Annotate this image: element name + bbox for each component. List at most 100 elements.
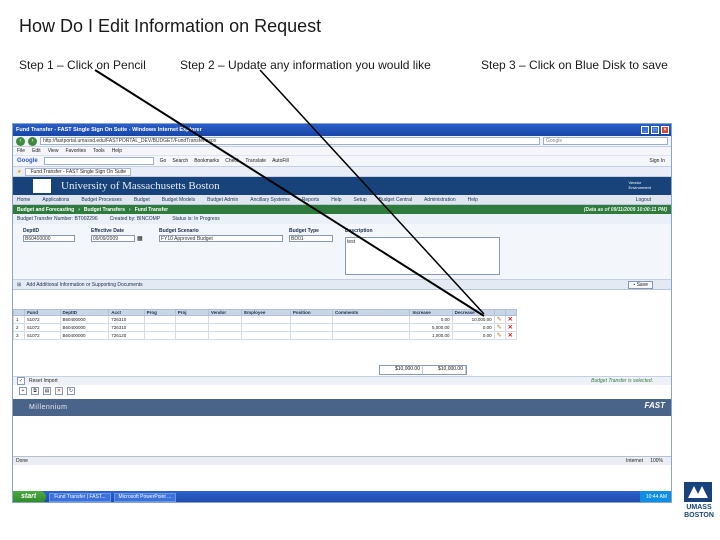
description-textarea[interactable]: test	[345, 237, 500, 275]
forward-icon[interactable]: ›	[28, 136, 37, 146]
start-button[interactable]: start	[13, 491, 47, 502]
delete-icon[interactable]: ✕	[508, 317, 513, 323]
app-menu-item[interactable]: Administration	[424, 197, 456, 203]
app-menu-item[interactable]: Ancillary Systems	[250, 197, 289, 203]
breadcrumb-item: Fund Transfer	[134, 206, 169, 213]
logout-link[interactable]: Logout	[636, 197, 651, 203]
print-icon[interactable]: ▤	[43, 387, 51, 395]
new-icon[interactable]: +	[19, 387, 27, 395]
app-menu-item[interactable]: Reports	[302, 197, 320, 203]
close-icon[interactable]: ×	[661, 126, 669, 134]
google-search[interactable]: Search	[172, 158, 188, 164]
google-check[interactable]: Check	[225, 158, 239, 164]
icon-button-row: + ⧉ ▤ ✕ ↻	[13, 386, 671, 396]
save-button[interactable]: ▪ Save	[628, 281, 653, 289]
copy-icon[interactable]: ⧉	[31, 387, 39, 395]
deptid-input[interactable]: B60400000	[23, 235, 75, 242]
app-menu-item[interactable]: Help	[331, 197, 341, 203]
calendar-icon[interactable]: ▦	[137, 235, 143, 242]
reset-import-link[interactable]: Reset Import	[29, 378, 58, 384]
google-bookmarks[interactable]: Bookmarks	[194, 158, 219, 164]
menu-view[interactable]: View	[48, 148, 59, 154]
google-search-field[interactable]	[43, 157, 154, 165]
delete-icon[interactable]: ✕	[508, 325, 513, 331]
delete-icon[interactable]: ✕	[508, 333, 513, 339]
app-menu-item[interactable]: Budget Models	[162, 197, 195, 203]
attachments-link[interactable]: Add Additional Information or Supporting…	[26, 282, 142, 288]
table-row: 1 51072 B60400000 726310 0.00 10,000.00 …	[13, 315, 518, 324]
app-menu-item[interactable]: Budget Admin	[207, 197, 238, 203]
status-done: Done	[16, 458, 28, 464]
browser-tabbar: ★ Fund Transfer - FAST Single Sign On Su…	[13, 167, 671, 177]
favorites-star-icon[interactable]: ★	[17, 169, 21, 175]
blue-disk-icon: ▪	[633, 282, 636, 288]
google-go[interactable]: Go	[160, 158, 167, 164]
google-translate[interactable]: Translate	[245, 158, 266, 164]
app-menu: Home Applications Budget Processes Budge…	[13, 195, 671, 205]
app-menu-item[interactable]: Budget	[134, 197, 150, 203]
step-2-text: Step 2 – Update any information you woul…	[180, 58, 431, 72]
menu-favorites[interactable]: Favorites	[65, 148, 86, 154]
transfer-lines-table: Fund DeptID Acct Prog Proj Vendor Employ…	[13, 309, 518, 340]
menu-tools[interactable]: Tools	[93, 148, 105, 154]
url-input[interactable]: http://fastportal.umassd.edu/FASTPORTAL_…	[40, 137, 540, 145]
step-1-text: Step 1 – Click on Pencil	[19, 58, 146, 72]
table-row: 2 51072 B60400000 726310 5,000.00 0.00 ✎…	[13, 323, 518, 332]
fast-logo: FAST	[644, 401, 665, 410]
app-menu-item[interactable]: Applications	[42, 197, 69, 203]
maximize-icon[interactable]: □	[651, 126, 659, 134]
expand-icon[interactable]: ⊞	[17, 282, 21, 288]
taskbar-item-browser[interactable]: Fund Transfer | FAST...	[49, 492, 111, 502]
status-text: Status is: In Progress	[172, 216, 220, 222]
refresh-icon[interactable]: ↻	[67, 387, 75, 395]
app-menu-item[interactable]: Budget Processes	[81, 197, 122, 203]
browser-tab[interactable]: Fund Transfer - FAST Single Sign On Suit…	[25, 167, 131, 176]
brand-line-1: UMASS	[686, 504, 712, 511]
app-menu-item[interactable]: Home	[17, 197, 30, 203]
menu-file[interactable]: File	[17, 148, 25, 154]
app-banner: University of Massachusetts Boston Vendo…	[13, 177, 671, 195]
budget-type-label: Budget Type	[289, 228, 319, 234]
slide-title: How Do I Edit Information on Request	[19, 16, 322, 36]
budget-type-select[interactable]: BD01	[289, 235, 333, 242]
pencil-edit-icon[interactable]: ✎	[497, 317, 502, 323]
effective-date-input[interactable]: 09/09/2009	[91, 235, 135, 242]
google-autofill[interactable]: AutoFill	[272, 158, 289, 164]
minimize-icon[interactable]: _	[641, 126, 649, 134]
window-titlebar: Fund Transfer - FAST Single Sign On Suit…	[13, 124, 671, 136]
app-menu-item[interactable]: Setup	[354, 197, 367, 203]
app-footer: Millennium FAST	[13, 399, 671, 416]
screenshot-window: Fund Transfer - FAST Single Sign On Suit…	[12, 123, 672, 503]
zoom-level[interactable]: 100%	[650, 458, 663, 464]
back-icon[interactable]: ‹	[16, 136, 25, 146]
browser-menubar: File Edit View Favorites Tools Help	[13, 147, 671, 156]
pencil-edit-icon[interactable]: ✎	[497, 333, 502, 339]
google-sign-in[interactable]: Sign In	[649, 158, 665, 164]
breadcrumb: Budget and Forecasting › Budget Transfers…	[13, 205, 671, 214]
total-decrease: $10,000.00	[423, 366, 466, 374]
transfer-form: DeptID B60400000 Effective Date 09/09/20…	[13, 224, 671, 280]
budget-scenario-select[interactable]: FY10 Approved Budget	[159, 235, 283, 242]
app-menu-item[interactable]: Help	[468, 197, 478, 203]
delete-request-icon[interactable]: ✕	[55, 387, 63, 395]
taskbar-item-powerpoint[interactable]: Microsoft PowerPoint ...	[113, 492, 177, 502]
selection-message: Budget Transfer is selected.	[591, 378, 653, 384]
menu-edit[interactable]: Edit	[32, 148, 41, 154]
transfer-header: Budget Transfer Number: BT002296 Created…	[13, 214, 671, 224]
google-toolbar: Google Go Search Bookmarks Check Transla…	[13, 156, 671, 167]
taskbar-clock: 10:44 AM	[639, 491, 671, 502]
ok-checkbox-icon[interactable]: ✓	[17, 377, 25, 385]
window-title: Fund Transfer - FAST Single Sign On Suit…	[16, 127, 202, 133]
umass-mark-icon	[684, 482, 712, 502]
breadcrumb-item[interactable]: Budget Transfers	[84, 207, 125, 213]
pencil-edit-icon[interactable]: ✎	[497, 325, 502, 331]
app-menu-item[interactable]: Budget Central	[379, 197, 412, 203]
table-row: 3 51072 B60400000 726120 1,000.00 0.00 ✎…	[13, 331, 518, 340]
menu-help[interactable]: Help	[112, 148, 122, 154]
banner-title: University of Massachusetts Boston	[61, 180, 220, 192]
attachments-toolbar: ⊞ Add Additional Information or Supporti…	[13, 280, 671, 290]
banner-environment: Environment	[628, 185, 651, 190]
browser-search-input[interactable]: Google	[543, 137, 668, 145]
banner-user-info: Vendor Environment	[629, 180, 651, 190]
breadcrumb-item[interactable]: Budget and Forecasting	[17, 207, 74, 213]
